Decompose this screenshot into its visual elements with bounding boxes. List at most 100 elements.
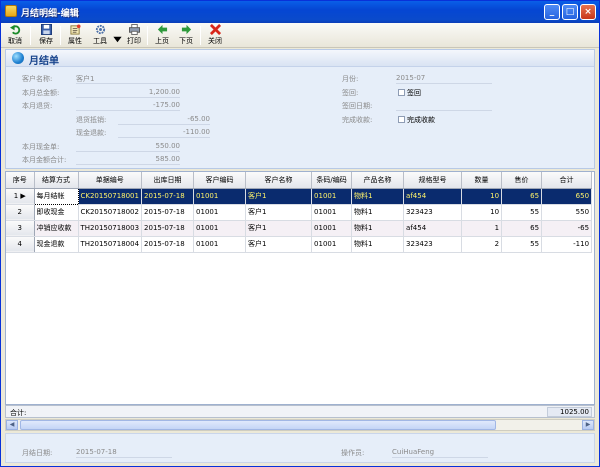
cust-code-cell[interactable]: 01001 xyxy=(193,204,247,221)
cust-code-cell[interactable]: 01001 xyxy=(193,236,247,253)
panel-title: 月结单 xyxy=(29,56,59,67)
total-cell[interactable]: 650 xyxy=(541,188,593,205)
total-cell[interactable]: -65 xyxy=(541,220,593,237)
cancel-button[interactable]: 取消 xyxy=(4,24,26,47)
table-row[interactable]: 2 即收现金 CK20150718002 2015-07-18 01001 客户… xyxy=(6,204,593,221)
doc-cell[interactable]: CK20150718001 xyxy=(78,188,143,205)
operator-field[interactable]: CuiHuaFeng xyxy=(392,448,488,458)
close-window-button[interactable]: × xyxy=(580,4,596,20)
row-number[interactable]: 4 xyxy=(6,236,35,253)
scroll-right-icon[interactable]: ▶ xyxy=(582,420,594,430)
column-header[interactable]: 数量 xyxy=(461,172,503,189)
summary-label: 合计: xyxy=(10,409,27,417)
column-header[interactable]: 客户名称 xyxy=(245,172,313,189)
customer-name-field[interactable]: 客户1 xyxy=(76,74,180,84)
cash-refund-field[interactable]: -110.00 xyxy=(118,128,210,138)
spec-cell[interactable]: af454 xyxy=(403,220,463,237)
settle-cell[interactable]: 冲销应收款 xyxy=(34,220,79,237)
total-cell[interactable]: -110 xyxy=(541,236,593,253)
complete-checkbox[interactable] xyxy=(398,116,405,123)
settle-cell[interactable]: 每月结帐 xyxy=(33,187,79,205)
settle-cell[interactable]: 现金退款 xyxy=(34,236,79,253)
cust-code-cell[interactable]: 01001 xyxy=(193,188,247,205)
settle-date-field[interactable]: 2015-07-18 xyxy=(76,448,172,458)
close-button[interactable]: 关闭 xyxy=(204,24,226,47)
product-cell[interactable]: 物料1 xyxy=(351,236,405,253)
header-panel: 月结单 客户名称: 客户1 本月总金额: 1,200.00 本月退货: -175… xyxy=(5,49,595,169)
properties-button[interactable]: 属性 xyxy=(64,24,86,47)
total-cell[interactable]: 550 xyxy=(541,204,593,221)
sign-date-field[interactable] xyxy=(396,101,492,111)
return-offset-field[interactable]: -65.00 xyxy=(118,115,210,125)
scroll-left-icon[interactable]: ◀ xyxy=(6,420,18,430)
close-label: 关闭 xyxy=(208,37,222,45)
column-header[interactable]: 合计 xyxy=(541,172,593,189)
cust-name-cell[interactable]: 客户1 xyxy=(245,188,313,205)
month-cash-field[interactable]: 550.00 xyxy=(76,142,180,152)
save-button[interactable]: 保存 xyxy=(35,24,57,47)
date-cell[interactable]: 2015-07-18 xyxy=(141,236,195,253)
date-cell[interactable]: 2015-07-18 xyxy=(141,204,195,221)
next-page-button[interactable]: 下页 xyxy=(175,24,197,47)
table-row[interactable]: 3 冲销应收款 TH20150718003 2015-07-18 01001 客… xyxy=(6,220,593,237)
month-field[interactable]: 2015-07 xyxy=(396,74,492,84)
product-cell[interactable]: 物料1 xyxy=(351,204,405,221)
doc-cell[interactable]: CK20150718002 xyxy=(78,204,143,221)
scrollbar-thumb[interactable] xyxy=(20,420,496,430)
column-header[interactable]: 条码/编码 xyxy=(311,172,353,189)
row-number[interactable]: 2 xyxy=(6,204,35,221)
signed-checkbox[interactable] xyxy=(398,89,405,96)
column-header[interactable]: 产品名称 xyxy=(351,172,405,189)
cust-code-cell[interactable]: 01001 xyxy=(193,220,247,237)
horizontal-scrollbar[interactable]: ◀ ▶ xyxy=(5,419,595,431)
month-return-field[interactable]: -175.00 xyxy=(76,101,180,111)
prev-page-button[interactable]: 上页 xyxy=(151,24,173,47)
row-number[interactable]: 3 xyxy=(6,220,35,237)
spec-cell[interactable]: af454 xyxy=(403,188,463,205)
qty-cell[interactable]: 1 xyxy=(461,220,503,237)
app-window: 月结明细-编辑 _ □ × 取消 保存 属性 工具 打印 上页 下页 关闭 月结… xyxy=(0,0,600,467)
row-number[interactable]: 1 ▶ xyxy=(6,188,35,205)
date-cell[interactable]: 2015-07-18 xyxy=(141,188,195,205)
footer-panel: 月结日期: 2015-07-18 操作员: CuiHuaFeng xyxy=(5,433,595,463)
cust-name-cell[interactable]: 客户1 xyxy=(245,236,313,253)
product-cell[interactable]: 物料1 xyxy=(351,220,405,237)
minimize-button[interactable]: _ xyxy=(544,4,560,20)
column-header[interactable]: 序号 xyxy=(6,172,35,189)
column-header[interactable]: 客户编码 xyxy=(193,172,247,189)
price-cell[interactable]: 55 xyxy=(501,204,543,221)
cust-name-cell[interactable]: 客户1 xyxy=(245,204,313,221)
barcode-cell[interactable]: 01001 xyxy=(311,204,353,221)
product-cell[interactable]: 物料1 xyxy=(351,188,405,205)
tools-button[interactable]: 工具 xyxy=(89,24,111,47)
settle-cell[interactable]: 即收现金 xyxy=(34,204,79,221)
tools-dropdown-arrow[interactable] xyxy=(112,24,122,47)
date-cell[interactable]: 2015-07-18 xyxy=(141,220,195,237)
maximize-button[interactable]: □ xyxy=(562,4,578,20)
month-total-field[interactable]: 1,200.00 xyxy=(76,88,180,98)
print-button[interactable]: 打印 xyxy=(123,24,145,47)
table-row[interactable]: 4 现金退款 TH20150718004 2015-07-18 01001 客户… xyxy=(6,236,593,253)
barcode-cell[interactable]: 01001 xyxy=(311,220,353,237)
column-header[interactable]: 规格型号 xyxy=(403,172,463,189)
column-header[interactable]: 出库日期 xyxy=(141,172,195,189)
column-header[interactable]: 单据编号 xyxy=(78,172,143,189)
month-amount-total-field[interactable]: 585.00 xyxy=(76,155,180,165)
title-bar[interactable]: 月结明细-编辑 _ □ × xyxy=(1,1,599,23)
qty-cell[interactable]: 10 xyxy=(461,204,503,221)
price-cell[interactable]: 55 xyxy=(501,236,543,253)
barcode-cell[interactable]: 01001 xyxy=(311,236,353,253)
doc-cell[interactable]: TH20150718003 xyxy=(78,220,143,237)
spec-cell[interactable]: 323423 xyxy=(403,204,463,221)
barcode-cell[interactable]: 01001 xyxy=(311,188,353,205)
column-header[interactable]: 结算方式 xyxy=(34,172,79,189)
qty-cell[interactable]: 10 xyxy=(461,188,503,205)
price-cell[interactable]: 65 xyxy=(501,220,543,237)
column-header[interactable]: 售价 xyxy=(501,172,543,189)
price-cell[interactable]: 65 xyxy=(501,188,543,205)
qty-cell[interactable]: 2 xyxy=(461,236,503,253)
cust-name-cell[interactable]: 客户1 xyxy=(245,220,313,237)
spec-cell[interactable]: 323423 xyxy=(403,236,463,253)
doc-cell[interactable]: TH20150718004 xyxy=(78,236,143,253)
table-row[interactable]: 1 ▶ 每月结帐 CK20150718001 2015-07-18 01001 … xyxy=(6,187,593,205)
